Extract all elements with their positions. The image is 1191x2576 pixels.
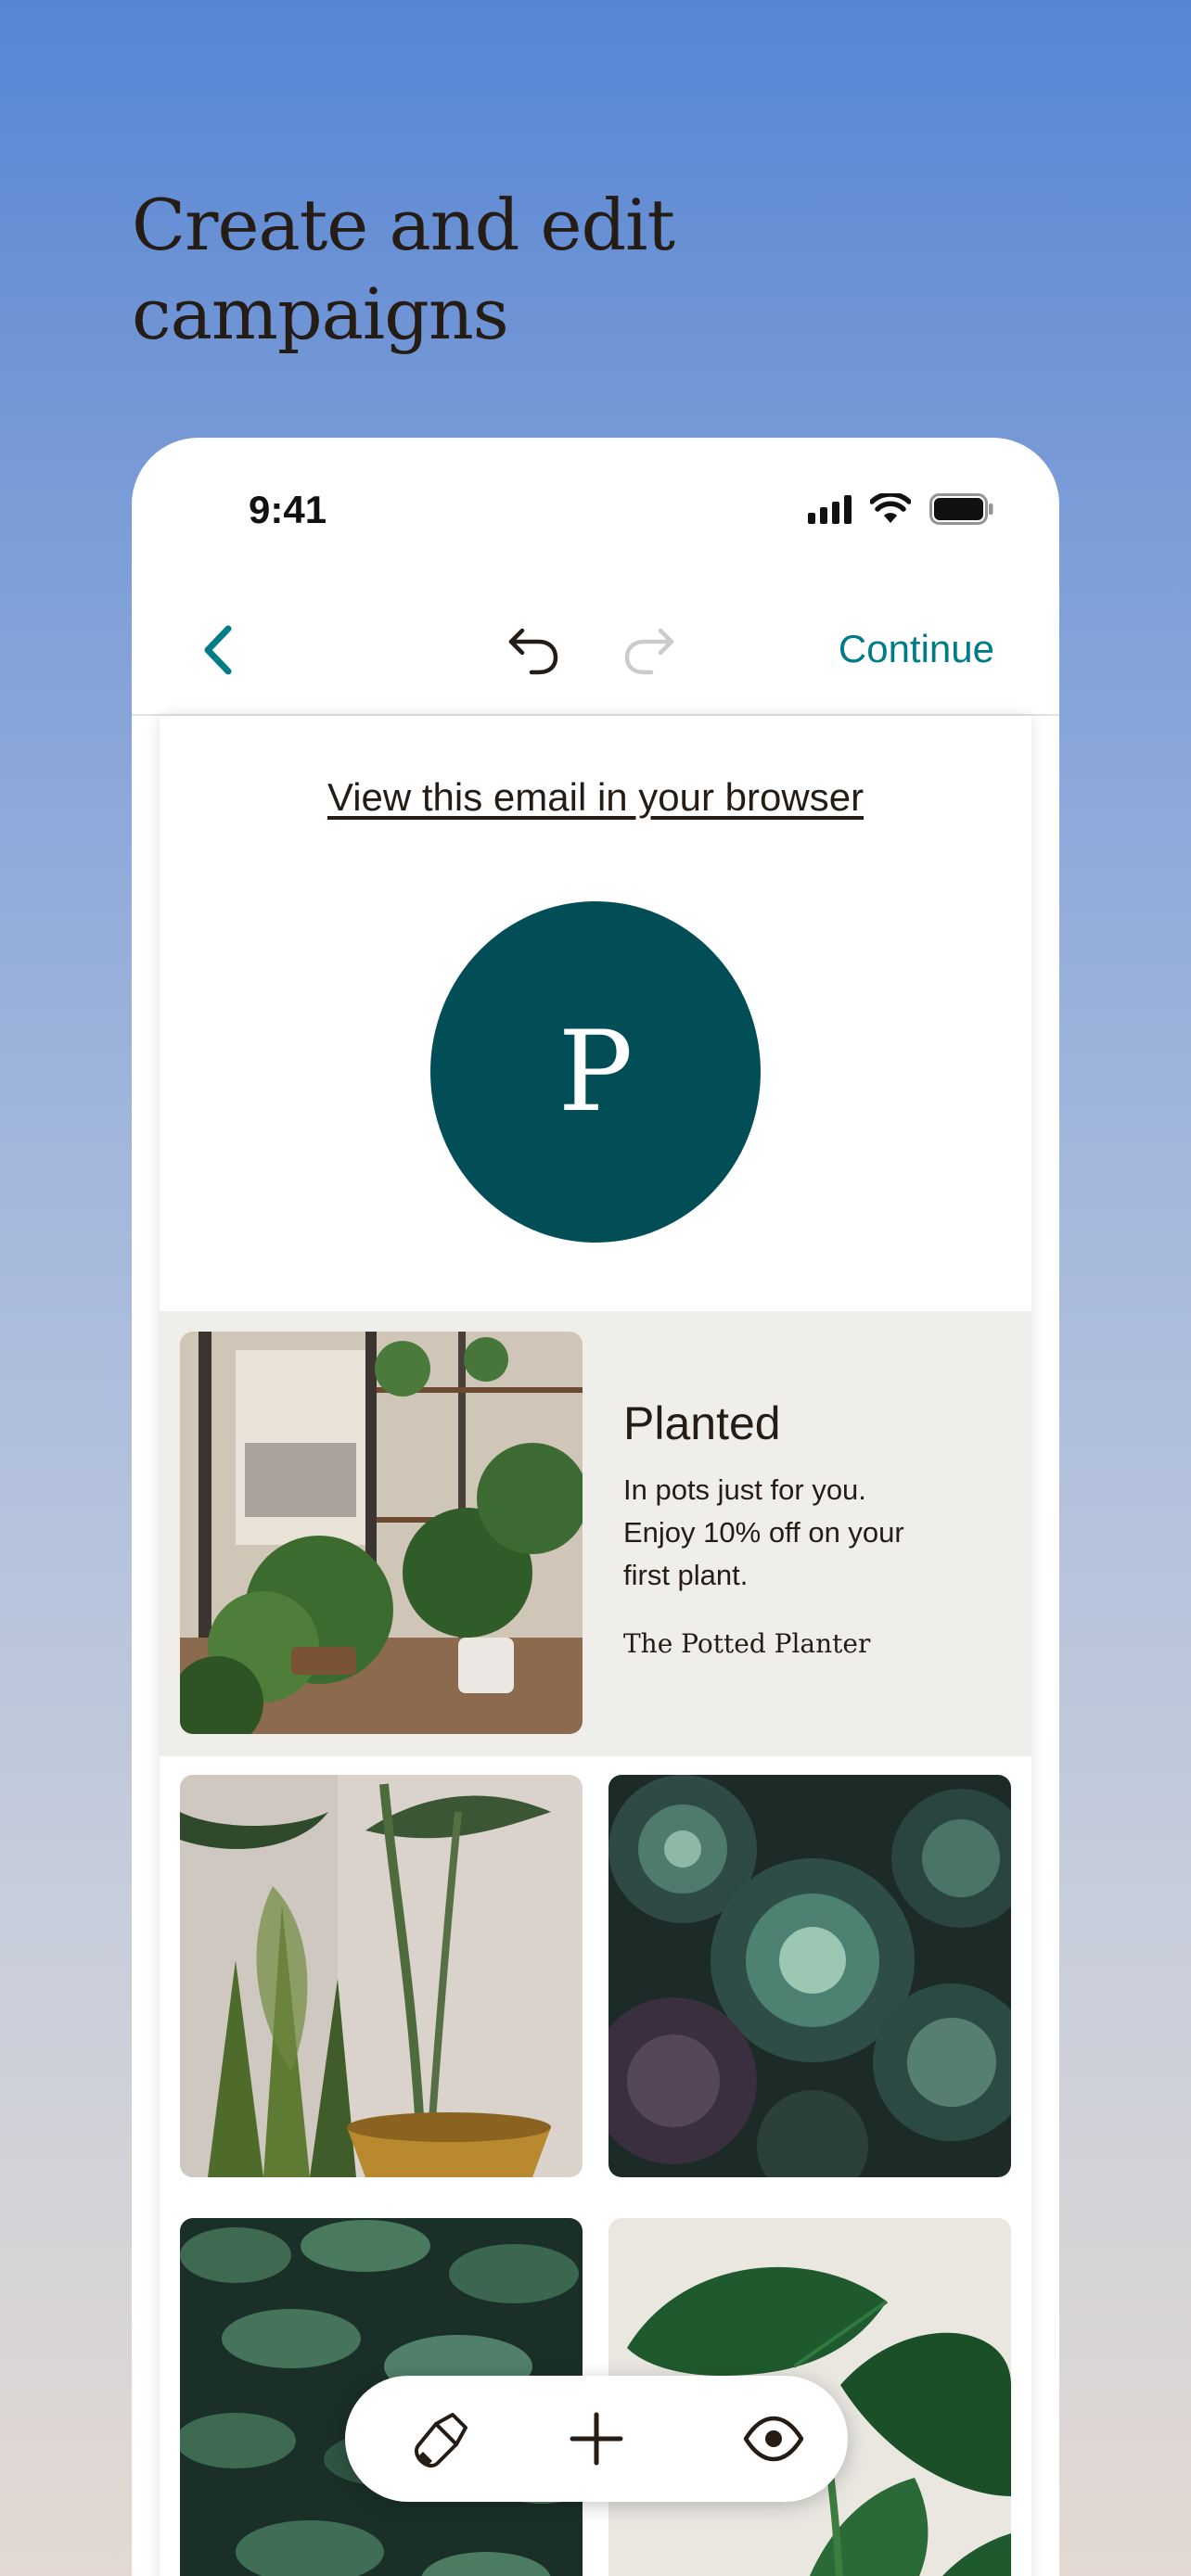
- battery-icon: [929, 493, 993, 525]
- status-time: 9:41: [249, 488, 327, 531]
- promo-body-line: Enjoy 10% off on your: [623, 1516, 904, 1549]
- add-icon: [570, 2412, 623, 2466]
- preview-button[interactable]: [742, 2407, 805, 2470]
- continue-button[interactable]: Continue: [839, 627, 994, 671]
- undo-button[interactable]: [506, 621, 563, 679]
- editor-toolbar: [345, 2376, 848, 2502]
- email-preview: View this email in your browser P Plante…: [160, 716, 1031, 2576]
- redo-button[interactable]: [620, 621, 677, 679]
- status-icons: [808, 486, 994, 532]
- promo-body: In pots just for you. Enjoy 10% off on y…: [623, 1469, 994, 1597]
- promo-body-line: In pots just for you.: [623, 1473, 866, 1506]
- editor-nav-bar: Continue: [132, 586, 1059, 716]
- headline-line-2: campaigns: [132, 273, 509, 355]
- phone-frame: 9:41 Continue View this email in your br…: [132, 438, 1059, 2576]
- snake-plant-photo[interactable]: [180, 1775, 583, 2177]
- redo-icon: [624, 628, 674, 675]
- promo-block[interactable]: Planted In pots just for you. Enjoy 10% …: [160, 1311, 1031, 1756]
- plant-shop-photo[interactable]: [180, 1332, 583, 1734]
- style-tool-button[interactable]: [410, 2407, 473, 2470]
- back-button[interactable]: [191, 619, 247, 681]
- headline-line-1: Create and edit: [132, 184, 675, 266]
- email-editor-canvas: View this email in your browser P Plante…: [132, 716, 1059, 2576]
- view-in-browser-link[interactable]: View this email in your browser: [160, 775, 1031, 820]
- cellular-signal-icon: [808, 494, 852, 524]
- undo-icon: [508, 628, 558, 675]
- preview-eye-icon: [743, 2416, 804, 2462]
- style-icon: [414, 2413, 467, 2468]
- page-headline: Create and edit campaigns: [132, 181, 967, 359]
- promo-body-line: first plant.: [623, 1559, 749, 1591]
- wifi-icon: [870, 493, 911, 523]
- promo-brand-name: The Potted Planter: [623, 1628, 871, 1659]
- logo-letter: P: [557, 1007, 634, 1137]
- status-bar: 9:41: [132, 438, 1059, 567]
- succulents-photo[interactable]: [608, 1775, 1011, 2177]
- promo-title: Planted: [623, 1397, 781, 1449]
- brand-logo[interactable]: P: [430, 901, 761, 1243]
- add-block-button[interactable]: [565, 2407, 628, 2470]
- chevron-left-icon: [204, 625, 232, 675]
